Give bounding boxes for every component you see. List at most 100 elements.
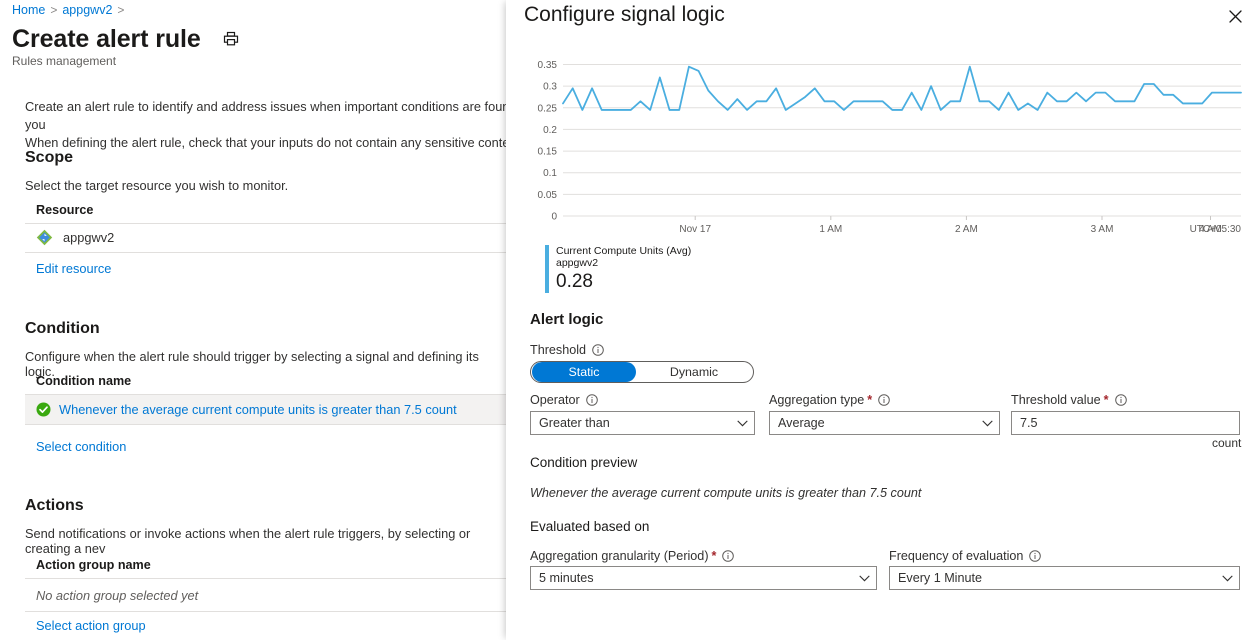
legend-resource-name: appgwv2 — [556, 257, 599, 269]
svg-text:0.35: 0.35 — [538, 60, 558, 71]
page-title-row: Create alert rule — [12, 24, 239, 54]
threshold-value-label: Threshold value — [1011, 393, 1101, 407]
breadcrumb-separator-2: > — [117, 3, 125, 17]
legend-current-value: 0.28 — [556, 271, 593, 292]
alert-logic-heading: Alert logic — [530, 311, 604, 328]
chevron-down-icon — [859, 571, 870, 585]
metric-chart-svg: 0 0.05 0.1 0.15 0.2 0.25 0.3 0.35 Nov 17 1 AM 2 AM… — [538, 60, 1242, 235]
threshold-option-static[interactable]: Static — [532, 362, 636, 382]
scope-column-header: Resource — [36, 203, 94, 217]
breadcrumb-separator-1: > — [50, 3, 58, 17]
operator-label-row: Operator — [530, 393, 598, 407]
configure-signal-logic-flyout: Configure signal logic 0 0.05 0.1 0.15 0.2 0.… — [506, 0, 1255, 640]
select-condition-link[interactable]: Select condition — [36, 439, 126, 454]
aggregation-type-label-row: Aggregation type * — [769, 393, 890, 407]
chevron-down-icon — [737, 416, 748, 430]
condition-row[interactable]: Whenever the average current compute uni… — [36, 402, 457, 417]
svg-text:3 AM: 3 AM — [1091, 224, 1114, 235]
breadcrumb-item-home[interactable]: Home — [12, 3, 45, 17]
evaluated-based-on-heading: Evaluated based on — [530, 519, 650, 534]
operator-value: Greater than — [539, 416, 610, 430]
svg-text:0.15: 0.15 — [538, 147, 558, 158]
svg-text:0: 0 — [551, 212, 557, 223]
aggregation-type-dropdown[interactable]: Average — [769, 411, 1000, 435]
scope-heading: Scope — [25, 149, 74, 166]
threshold-value-label-row: Threshold value * — [1011, 393, 1127, 407]
condition-heading: Condition — [25, 320, 100, 337]
scope-resource-row[interactable]: appgwv2 — [36, 229, 114, 246]
svg-text:0.25: 0.25 — [538, 103, 558, 114]
info-icon[interactable] — [1029, 550, 1042, 562]
threshold-unit-label: count — [1212, 436, 1242, 450]
legend-text-block: Current Compute Units (Avg) appgwv2 0.28 — [556, 245, 691, 293]
page-subtitle: Rules management — [12, 54, 117, 68]
threshold-type-toggle[interactable]: Static Dynamic — [530, 361, 754, 383]
chart-legend: Current Compute Units (Avg) appgwv2 0.28 — [545, 245, 691, 293]
svg-text:UTC+05:30: UTC+05:30 — [1190, 224, 1242, 235]
svg-text:1 AM: 1 AM — [819, 224, 842, 235]
threshold-option-dynamic[interactable]: Dynamic — [636, 362, 752, 382]
scope-divider-bottom — [25, 252, 506, 253]
application-gateway-icon — [36, 229, 53, 246]
page-title: Create alert rule — [12, 25, 201, 53]
legend-color-swatch — [545, 245, 549, 293]
info-icon[interactable] — [878, 394, 890, 406]
granularity-dropdown[interactable]: 5 minutes — [530, 566, 877, 590]
check-circle-icon — [36, 402, 51, 417]
svg-text:0.2: 0.2 — [543, 125, 557, 136]
frequency-dropdown[interactable]: Every 1 Minute — [889, 566, 1240, 590]
scope-resource-name: appgwv2 — [63, 230, 115, 245]
granularity-required-marker: * — [711, 549, 717, 563]
breadcrumb: Home > appgwv2 > — [12, 3, 129, 17]
action-group-empty-row: No action group selected yet — [36, 588, 198, 603]
breadcrumb-item-appgwv2[interactable]: appgwv2 — [62, 3, 112, 17]
aggregation-type-required-marker: * — [867, 393, 873, 407]
info-icon[interactable] — [592, 344, 604, 356]
printer-icon[interactable] — [223, 31, 239, 52]
close-icon[interactable] — [1223, 4, 1247, 28]
actions-heading: Actions — [25, 497, 84, 514]
svg-text:0.05: 0.05 — [538, 190, 558, 201]
condition-divider-bottom — [25, 424, 506, 425]
condition-column-header: Condition name — [36, 374, 132, 388]
frequency-value: Every 1 Minute — [898, 571, 982, 585]
page-intro-line-2: When defining the alert rule, check that… — [25, 135, 506, 150]
actions-description: Send notifications or invoke actions whe… — [25, 526, 471, 556]
actions-column-header: Action group name — [36, 558, 151, 572]
operator-label: Operator — [530, 393, 580, 407]
page-intro: Create an alert rule to identify and add… — [25, 98, 506, 152]
create-alert-rule-pane: Home > appgwv2 > Create alert rule Rules ma… — [0, 0, 506, 640]
threshold-value-text: 7.5 — [1020, 416, 1038, 430]
threshold-value-required-marker: * — [1103, 393, 1109, 407]
threshold-value-input[interactable]: 7.5 — [1011, 411, 1240, 435]
chevron-down-icon — [982, 416, 993, 430]
granularity-label: Aggregation granularity (Period) — [530, 549, 709, 563]
condition-row-text[interactable]: Whenever the average current compute uni… — [59, 402, 457, 417]
scope-description: Select the target resource you wish to m… — [25, 178, 289, 193]
svg-text:2 AM: 2 AM — [955, 224, 978, 235]
chevron-down-icon — [1222, 571, 1233, 585]
condition-preview-text: Whenever the average current compute uni… — [530, 486, 922, 500]
info-icon[interactable] — [1114, 394, 1127, 406]
info-icon[interactable] — [722, 550, 735, 562]
select-action-group-link[interactable]: Select action group — [36, 618, 146, 633]
svg-text:0.1: 0.1 — [543, 168, 557, 179]
edit-resource-link[interactable]: Edit resource — [36, 261, 111, 276]
svg-text:Nov 17: Nov 17 — [679, 224, 711, 235]
frequency-label-row: Frequency of evaluation — [889, 549, 1042, 563]
metric-chart: 0 0.05 0.1 0.15 0.2 0.25 0.3 0.35 Nov 17 1 AM 2 AM… — [506, 48, 1255, 248]
azure-portal-create-alert-rule: Home > appgwv2 > Create alert rule Rules ma… — [0, 0, 1255, 640]
legend-metric-name: Current Compute Units (Avg) — [556, 245, 692, 257]
aggregation-type-label: Aggregation type — [769, 393, 865, 407]
granularity-value: 5 minutes — [539, 571, 594, 585]
operator-dropdown[interactable]: Greater than — [530, 411, 755, 435]
threshold-label: Threshold — [530, 343, 587, 357]
granularity-label-row: Aggregation granularity (Period) * — [530, 549, 735, 563]
action-group-empty-text: No action group selected yet — [36, 588, 199, 603]
svg-text:0.3: 0.3 — [543, 82, 557, 93]
info-icon[interactable] — [585, 394, 598, 406]
page-intro-line-1: Create an alert rule to identify and add… — [25, 99, 506, 132]
aggregation-type-value: Average — [778, 416, 825, 430]
condition-preview-heading: Condition preview — [530, 455, 638, 470]
threshold-label-row: Threshold — [530, 343, 604, 357]
